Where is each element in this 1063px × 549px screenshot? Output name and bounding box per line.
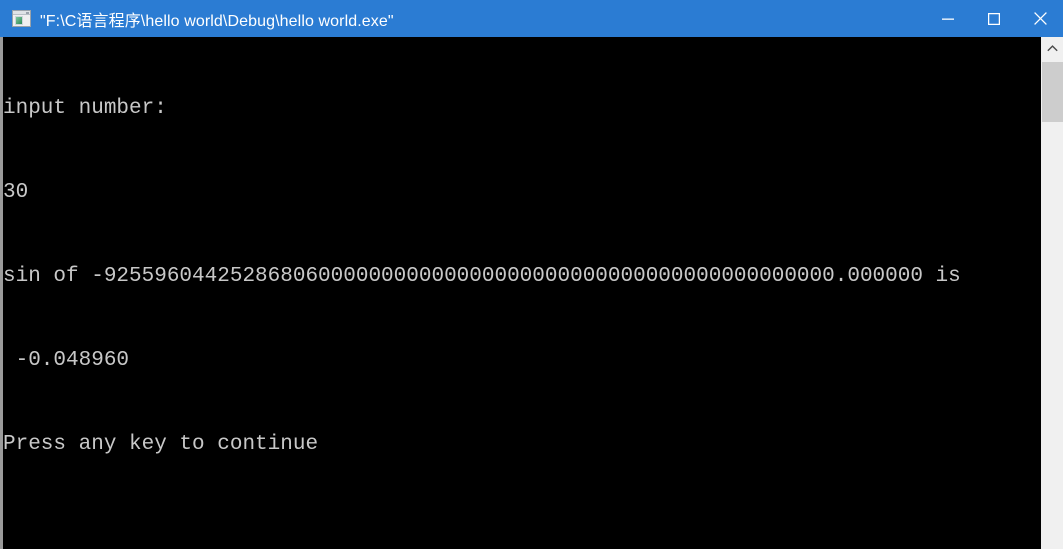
vertical-scrollbar[interactable] (1041, 37, 1063, 549)
close-icon (1033, 12, 1047, 25)
minimize-icon (942, 18, 954, 20)
console-line: -0.048960 (3, 349, 130, 372)
scrollbar-track[interactable] (1041, 59, 1063, 549)
maximize-button[interactable] (971, 0, 1017, 37)
scrollbar-thumb[interactable] (1042, 62, 1063, 122)
window-controls (925, 0, 1063, 37)
scrollbar-up-button[interactable] (1041, 37, 1063, 59)
console-app-icon (12, 10, 31, 27)
console-line: sin of -92559604425286806000000000000000… (3, 265, 961, 288)
close-button[interactable] (1017, 0, 1063, 37)
console-line: Press any key to continue (3, 433, 319, 456)
minimize-button[interactable] (925, 0, 971, 37)
chevron-up-icon (1046, 44, 1058, 51)
console-window: "F:\C语言程序\hello world\Debug\hello world.… (0, 0, 1063, 549)
title-bar[interactable]: "F:\C语言程序\hello world\Debug\hello world.… (0, 0, 1063, 37)
title-bar-left: "F:\C语言程序\hello world\Debug\hello world.… (0, 7, 925, 31)
console-line: 30 (3, 181, 29, 204)
console-text: input number: 30 sin of -925596044252868… (3, 39, 1053, 515)
maximize-icon (988, 12, 1000, 25)
console-app-icon-control (26, 12, 29, 14)
console-output-area[interactable]: input number: 30 sin of -925596044252868… (0, 37, 1063, 549)
console-line: input number: (3, 97, 167, 120)
window-title: "F:\C语言程序\hello world\Debug\hello world.… (40, 12, 394, 30)
console-app-icon-screen (15, 16, 23, 25)
